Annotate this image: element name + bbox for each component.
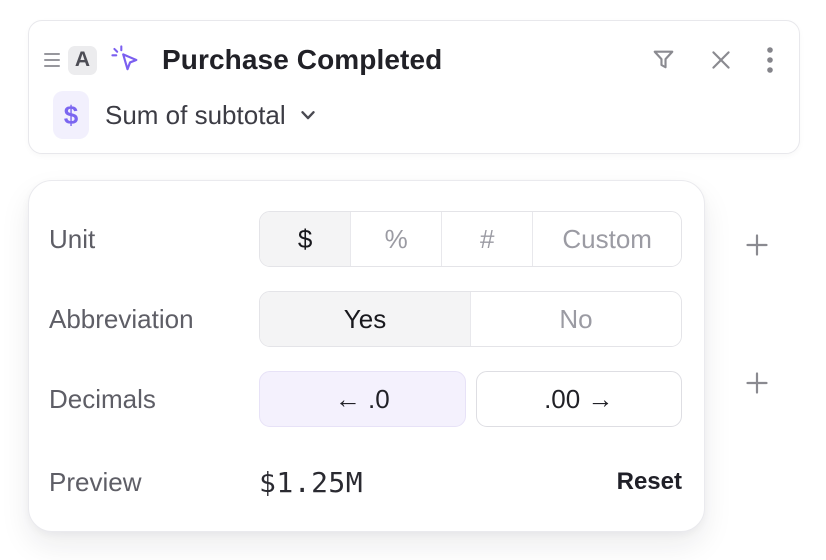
metric-format-popover: A Purchase Completed	[0, 0, 826, 560]
unit-option-percent[interactable]: %	[350, 212, 441, 266]
filter-icon[interactable]	[650, 47, 677, 74]
decimals-row: Decimals ← .0 .00 →	[49, 371, 682, 427]
unit-option-dollar[interactable]: $	[260, 212, 350, 266]
add-option-button[interactable]	[740, 366, 774, 400]
decimals-increase-button[interactable]: .00 →	[476, 371, 683, 427]
abbreviation-option-no[interactable]: No	[470, 292, 681, 346]
add-filter-button[interactable]	[740, 228, 774, 262]
decimals-label: Decimals	[49, 384, 259, 415]
event-card-header: A Purchase Completed	[29, 21, 799, 75]
abbreviation-row: Abbreviation Yes No	[49, 291, 682, 347]
preview-value: $1.25M	[259, 466, 363, 499]
unit-option-number[interactable]: #	[441, 212, 532, 266]
abbreviation-label: Abbreviation	[49, 304, 259, 335]
metric-dropdown[interactable]: Sum of subtotal	[105, 100, 318, 131]
kebab-menu-icon[interactable]	[765, 44, 775, 76]
preview-row: Preview $1.25M Reset	[49, 464, 682, 500]
abbreviation-segmented-control: Yes No	[259, 291, 682, 347]
unit-segmented-control: $ % # Custom	[259, 211, 682, 267]
preview-label: Preview	[49, 467, 259, 498]
event-card: A Purchase Completed	[28, 20, 800, 154]
metric-dropdown-label: Sum of subtotal	[105, 100, 286, 131]
plus-icon	[744, 232, 770, 258]
close-icon[interactable]	[708, 47, 734, 73]
decimals-decrease-button[interactable]: ← .0	[259, 371, 466, 427]
format-panel: Unit $ % # Custom Abbreviation Yes No De…	[28, 180, 705, 532]
event-metric-row: $ Sum of subtotal	[29, 91, 799, 139]
abbreviation-option-yes[interactable]: Yes	[260, 292, 470, 346]
reset-button[interactable]: Reset	[617, 468, 682, 496]
currency-metric-icon: $	[53, 91, 89, 139]
chevron-down-icon	[298, 105, 318, 125]
plus-icon	[744, 370, 770, 396]
click-cursor-icon	[111, 45, 141, 75]
unit-option-custom[interactable]: Custom	[532, 212, 681, 266]
event-title: Purchase Completed	[162, 44, 442, 76]
event-actions	[650, 44, 775, 76]
drag-handle-icon[interactable]	[44, 53, 60, 67]
event-group-badge: A	[68, 46, 97, 75]
unit-row: Unit $ % # Custom	[49, 211, 682, 267]
unit-label: Unit	[49, 224, 259, 255]
